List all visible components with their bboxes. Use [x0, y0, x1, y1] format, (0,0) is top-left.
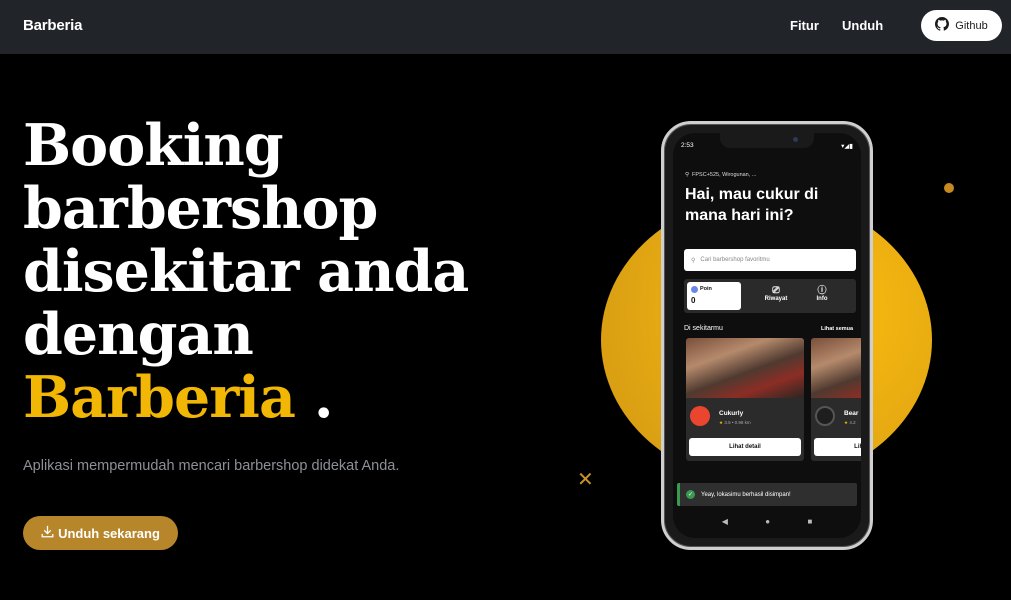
recents-icon[interactable]: ■ — [807, 517, 812, 526]
location-text: FPSC+525, Wirogunan, ... — [692, 172, 757, 178]
github-label: Github — [955, 19, 988, 32]
see-all-link[interactable]: Lihat semua — [821, 326, 853, 332]
shop-distance: 0.98 km — [734, 420, 751, 425]
shop-name: Cukurly — [719, 410, 744, 417]
info-icon: ⓘ — [817, 285, 827, 295]
shop-meta: ★ 3.5 • 0.98 km — [719, 420, 751, 425]
phone-screen: 2:53 ▾◢▮ ⚲ FPSC+525, Wirogunan, ... Hai,… — [673, 133, 861, 538]
quick-item-riwayat[interactable]: ⎚ Riwayat — [756, 284, 796, 302]
location-pin-icon: ⚲ — [685, 172, 690, 178]
star-icon: ★ — [719, 420, 724, 425]
hero-title: Booking barbershop disekitar anda dengan… — [23, 114, 493, 429]
download-now-label: Unduh sekarang — [58, 525, 160, 541]
decorative-cross-icon: ✕ — [577, 469, 594, 491]
brand-logo[interactable]: Barberia — [23, 17, 82, 34]
shop-logo — [690, 406, 710, 426]
riwayat-label: Riwayat — [764, 296, 788, 302]
status-icons: ▾◢▮ — [841, 143, 853, 150]
status-time: 2:53 — [681, 142, 694, 149]
toast-text: Yeay, lokasimu berhasil disimpan! — [701, 491, 791, 498]
shop-image — [811, 338, 861, 398]
hero-title-line-3: disekitar anda — [23, 238, 469, 305]
poin-value: 0 — [691, 296, 696, 305]
shop-meta: ★ 4.2 — [844, 420, 856, 426]
search-icon: ⚲ — [691, 257, 696, 264]
shop-rating: 4.2 — [849, 420, 856, 425]
github-button[interactable]: Github — [921, 10, 1002, 41]
location-bar[interactable]: ⚲ FPSC+525, Wirogunan, ... — [685, 172, 756, 178]
quick-menu: Poin 0 ⎚ Riwayat ⓘ Info — [684, 279, 856, 313]
history-icon: ⎚ — [772, 285, 780, 295]
hero-title-line-4: dengan — [23, 301, 254, 368]
poin-label: Poin — [700, 286, 712, 292]
download-icon — [41, 525, 54, 541]
hero-title-accent: Barberia — [23, 364, 296, 431]
shop-detail-button[interactable]: Lihat detail — [689, 438, 801, 456]
section-title: Di sekitarmu — [684, 325, 723, 332]
quick-item-info[interactable]: ⓘ Info — [802, 284, 842, 302]
poin-card[interactable]: Poin 0 — [687, 282, 741, 310]
home-icon[interactable]: ● — [765, 517, 770, 526]
greeting-heading: Hai, mau cukur di mana hari ini? — [685, 186, 819, 224]
toast-notification: ✓ Yeay, lokasimu berhasil disimpan! — [677, 483, 857, 506]
shop-rating: 3.5 — [724, 420, 731, 425]
info-label: Info — [816, 296, 828, 302]
shop-detail-button[interactable]: Lihat detail — [814, 438, 861, 456]
hero-title-line-2: barbershop — [23, 175, 378, 242]
shop-card[interactable]: Cukurly ★ 3.5 • 0.98 km Lihat detail — [686, 338, 804, 461]
nav-link-fitur[interactable]: Fitur — [790, 18, 819, 33]
shop-logo — [815, 406, 835, 426]
coin-icon — [691, 286, 698, 293]
github-icon — [935, 17, 950, 34]
hero-title-end: . — [313, 364, 334, 431]
check-icon: ✓ — [686, 490, 695, 499]
decorative-dot — [944, 183, 954, 193]
star-icon: ★ — [844, 420, 849, 425]
android-nav-bar: ◀ ● ■ — [673, 511, 861, 531]
search-input[interactable]: ⚲ Cari barbershop favoritmu — [684, 249, 856, 271]
shop-image — [686, 338, 804, 398]
navbar: Barberia Fitur Unduh Github — [0, 0, 1011, 54]
phone-notch — [720, 133, 814, 148]
shop-name: Bear — [844, 410, 859, 417]
back-icon[interactable]: ◀ — [722, 517, 728, 526]
phone-mockup: 2:53 ▾◢▮ ⚲ FPSC+525, Wirogunan, ... Hai,… — [661, 121, 873, 550]
download-now-button[interactable]: Unduh sekarang — [23, 516, 178, 550]
hero-subtitle: Aplikasi mempermudah mencari barbershop … — [23, 458, 400, 474]
nav-link-unduh[interactable]: Unduh — [842, 18, 883, 33]
search-placeholder: Cari barbershop favoritmu — [700, 257, 770, 263]
shop-card[interactable]: Bear ★ 4.2 Lihat detail — [811, 338, 861, 461]
camera-icon — [793, 137, 798, 142]
hero-title-line-1: Booking — [23, 112, 284, 179]
